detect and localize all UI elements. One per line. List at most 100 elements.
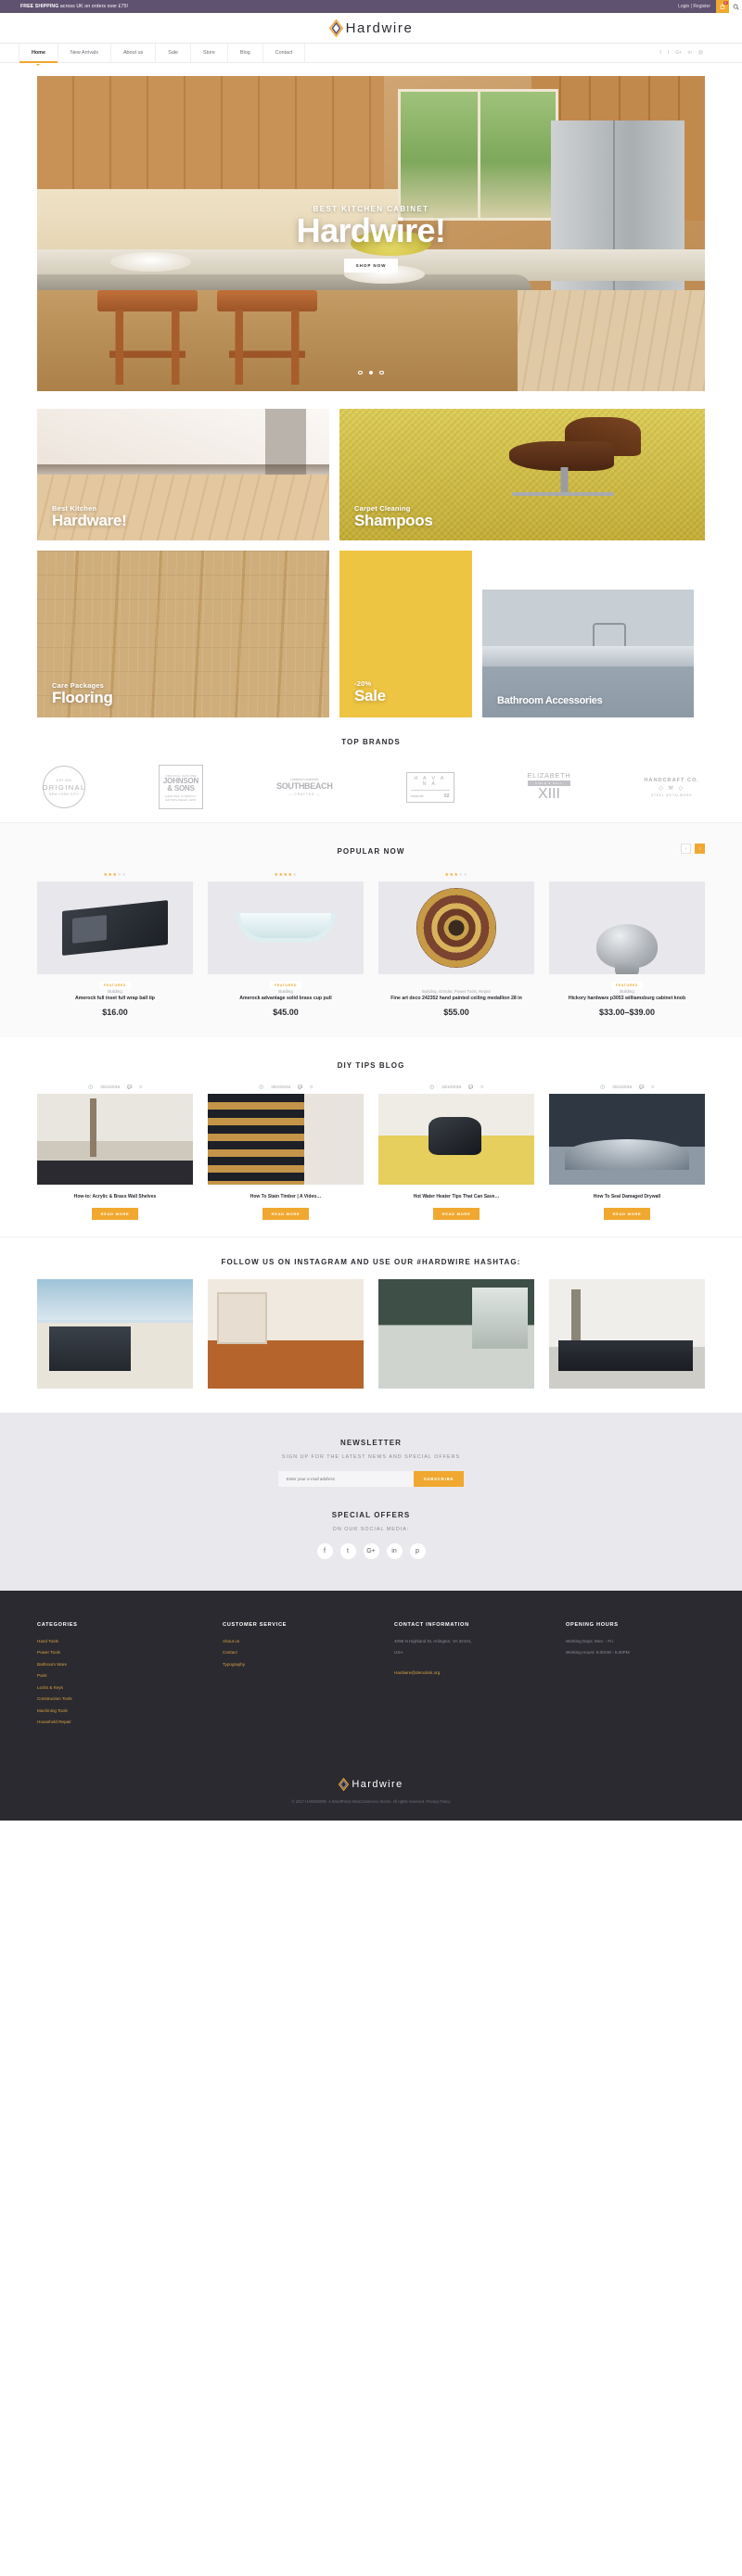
instagram-photo[interactable] <box>37 1278 193 1389</box>
carousel-prev-button[interactable]: ‹ <box>681 844 691 854</box>
read-more-button[interactable]: READ MORE <box>262 1207 310 1220</box>
footer-link-household-repair[interactable]: Household Repair <box>37 1719 223 1724</box>
footer-link-machining-tools[interactable]: Machining Tools <box>37 1708 223 1713</box>
hero-title: Hardwire! <box>296 210 446 249</box>
hero-pagination <box>37 370 705 374</box>
facebook-icon[interactable]: f <box>659 50 660 56</box>
product-name: Amerock full inset full wrap ball tip <box>75 995 155 1001</box>
login-register-link[interactable]: Login | Register <box>678 4 716 9</box>
tile-2-big: Shampoos <box>354 512 433 530</box>
tile-sale[interactable]: -20% Sale <box>339 551 472 717</box>
twitter-icon[interactable]: t <box>339 1542 356 1559</box>
blog-post-card[interactable]: 🕐 25/10/2016 💬 0 How To Stain Timber | A… <box>208 1085 364 1220</box>
diy-tips-blog-section: DIY TIPS BLOG 🕐 25/10/2016 💬 0 How-to: A… <box>0 1036 742 1237</box>
product-card[interactable]: FEATURED Building Hickory hardware p3053… <box>549 872 705 1017</box>
site-logo[interactable]: Hardwire <box>328 19 414 37</box>
clock-icon: 🕐 <box>429 1084 435 1089</box>
linkedin-icon[interactable]: in <box>688 50 692 56</box>
search-button[interactable] <box>729 0 742 13</box>
nav-item-home[interactable]: Home <box>19 44 58 66</box>
instagram-grid <box>37 1278 705 1389</box>
cart-button[interactable]: 0 <box>716 0 729 13</box>
brand-logo-havana[interactable]: H A V A N A Handcraft 02 <box>405 771 454 803</box>
tile-care-packages-flooring[interactable]: Care Packages Flooring <box>37 551 329 717</box>
tile-carpet-cleaning-shampoos[interactable]: Carpet Cleaning Shampoos <box>339 409 705 540</box>
brand-logo-original[interactable]: EST 326 ORIGINAL NEW YORK CITY <box>42 766 85 808</box>
brand-logo-johnson-sons[interactable]: ORIGINAL GENUINE JOHNSON & SONS GENUINE … <box>159 765 204 809</box>
brand-logo-handcraft-co[interactable]: HANDCRAFT CO. ◇ ⚒ ◇ STEEL METALWORK <box>644 778 699 797</box>
special-offers-subtitle: ON OUR SOCIAL MEDIA: <box>332 1526 410 1532</box>
subscribe-button[interactable]: SUBSCRIBE <box>413 1470 465 1487</box>
footer-address-line-2: USA <box>394 1650 403 1656</box>
nav-item-sale[interactable]: Sale <box>156 44 192 62</box>
product-price: $16.00 <box>102 1007 128 1017</box>
social-media-icons: f t G+ in p <box>0 1542 742 1559</box>
footer-link-contact[interactable]: Contact <box>223 1650 394 1655</box>
logo-text: Hardwire <box>345 19 414 36</box>
nav-item-store[interactable]: Store <box>191 44 228 62</box>
footer-link-hand-tools[interactable]: Hand Tools <box>37 1639 223 1643</box>
instagram-photo[interactable] <box>549 1278 705 1389</box>
product-category: Building <box>108 989 122 994</box>
blog-post-card[interactable]: 🕐 25/10/2016 💬 0 How To Seal Damaged Dry… <box>549 1085 705 1220</box>
blog-post-card[interactable]: 🕐 25/10/2016 💬 0 Hot Water Heater Tips T… <box>378 1085 534 1220</box>
featured-badge: FEATURED <box>610 982 644 989</box>
hero-dot-1[interactable] <box>358 370 363 374</box>
footer-link-construction-tools[interactable]: Construction Tools <box>37 1696 223 1701</box>
hero-dot-2[interactable] <box>368 370 374 374</box>
brand-logo-southbeach[interactable]: Lastbeach Authentic SOUTHBEACH — CRAFTED… <box>276 778 333 796</box>
product-card[interactable]: ★★★★★ FEATURED Building Amerock advantag… <box>208 872 364 1017</box>
product-rating: ★★★★★ <box>444 872 468 878</box>
brand-4-script: Handcraft <box>410 793 424 798</box>
hero-shop-now-button[interactable]: SHOP NOW <box>343 258 399 273</box>
read-more-button[interactable]: READ MORE <box>432 1207 480 1220</box>
featured-badge <box>452 983 461 986</box>
instagram-title: FOLLOW US ON INSTAGRAM AND USE OUR #HARD… <box>221 1257 521 1266</box>
tile-4-big: Sale <box>354 687 386 705</box>
twitter-icon[interactable]: t <box>668 50 669 56</box>
google-plus-icon[interactable]: G+ <box>363 1542 379 1559</box>
footer-link-about-us[interactable]: About us <box>223 1639 394 1643</box>
product-card[interactable]: ★★★★★ Building, Grinder, Power Tools, Re… <box>378 872 534 1017</box>
google-plus-icon[interactable]: G+ <box>675 50 682 56</box>
nav-items: Home New Arrivals About us Sale Store Bl… <box>19 44 306 66</box>
nav-item-new-arrivals[interactable]: New Arrivals <box>58 44 111 62</box>
brand-3-main: SOUTHBEACH <box>276 781 333 791</box>
hero-dot-3[interactable] <box>379 370 384 374</box>
blog-post-card[interactable]: 🕐 25/10/2016 💬 0 How-to: Acrylic & Brass… <box>37 1085 193 1220</box>
pinterest-icon[interactable]: p <box>409 1542 426 1559</box>
blog-post-list: 🕐 25/10/2016 💬 0 How-to: Acrylic & Brass… <box>37 1085 705 1220</box>
brand-4-main: H A V A N A <box>414 775 446 787</box>
special-offers-title: SPECIAL OFFERS <box>331 1510 411 1519</box>
nav-item-blog[interactable]: Blog <box>228 44 263 62</box>
brand-logo-elizabeth[interactable]: ELIZABETH FIELD & HALL XIII <box>527 770 571 803</box>
footer-email-link[interactable]: Hardwire@demolink.org <box>394 1670 440 1675</box>
tile-bathroom-accessories[interactable]: Bathroom Accessories <box>482 590 694 717</box>
nav-item-contact[interactable]: Contact <box>263 44 306 62</box>
instagram-photo[interactable] <box>208 1278 364 1389</box>
footer-link-power-tools[interactable]: Power Tools <box>37 1650 223 1655</box>
instagram-photo[interactable] <box>378 1278 534 1389</box>
footer-contact-title: CONTACT INFORMATION <box>394 1621 469 1628</box>
footer-link-paint[interactable]: Paint <box>37 1673 223 1678</box>
footer-link-locks-keys[interactable]: Locks & Keys <box>37 1685 223 1690</box>
carousel-next-button[interactable]: › <box>695 844 705 854</box>
brand-5-main: ELIZABETH <box>527 770 571 780</box>
footer-contact-column: CONTACT INFORMATION 4096 N Highland St, … <box>394 1622 566 1732</box>
footer-link-typography[interactable]: Typography <box>223 1662 394 1667</box>
tile-best-kitchen-hardware[interactable]: Best Kitchen Hardware! <box>37 409 329 540</box>
nav-item-about-us[interactable]: About us <box>111 44 157 62</box>
product-image <box>378 882 534 974</box>
facebook-icon[interactable]: f <box>316 1542 333 1559</box>
footer-logo[interactable]: Hardwire <box>0 1777 742 1791</box>
linkedin-icon[interactable]: in <box>386 1542 403 1559</box>
featured-badge: FEATURED <box>269 982 302 989</box>
footer-link-bathroom-ware[interactable]: Bathroom Ware <box>37 1662 223 1667</box>
mail-icon[interactable]: @ <box>698 50 703 56</box>
product-rating: ★★★★★ <box>103 872 127 878</box>
read-more-button[interactable]: READ MORE <box>603 1207 651 1220</box>
newsletter-email-input[interactable] <box>277 1470 414 1487</box>
hero-slider[interactable]: BEST KITCHEN CABINET Hardwire! SHOP NOW <box>37 76 705 391</box>
read-more-button[interactable]: READ MORE <box>91 1207 139 1220</box>
product-card[interactable]: ★★★★★ FEATURED Building Amerock full ins… <box>37 872 193 1017</box>
